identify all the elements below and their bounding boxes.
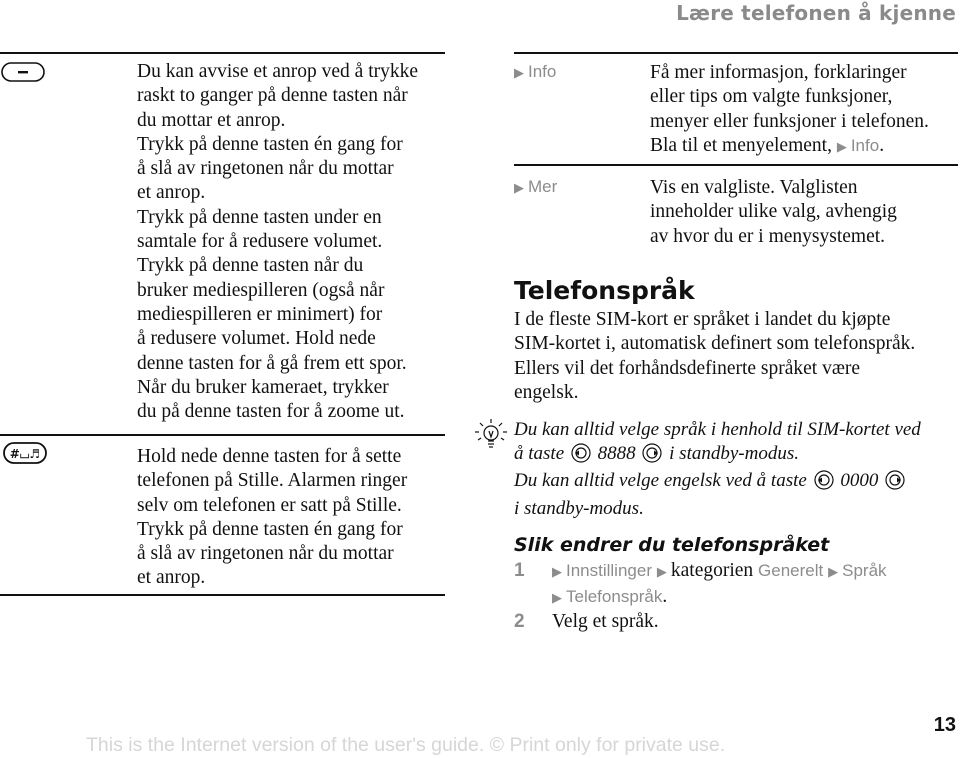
arrow-right-icon: ▶ <box>836 139 847 155</box>
chapter-title: Lære telefonen å kjenne <box>676 1 956 25</box>
step-1: ▶ Innstillinger ▶ kategorien Generelt ▶ Spr… <box>552 560 887 608</box>
arrow-right-icon: ▶ <box>828 565 839 580</box>
navigation-key-right-icon <box>642 442 662 470</box>
arrow-right-icon: ▶ <box>514 181 524 196</box>
menu-generelt: Generelt <box>758 561 824 580</box>
section-paragraph: I de fleste SIM-kort er språket i landet… <box>514 309 916 403</box>
step-2: Velg et språk. <box>552 611 659 632</box>
menu-telefonsprak: Telefonspråk <box>566 587 663 607</box>
lightbulb-icon <box>474 418 508 457</box>
tip-text: Du kan alltid velge språk i henhold til … <box>514 419 921 519</box>
minus-key-icon <box>1 62 45 87</box>
procedure-heading: Slik endrer du telefonspråket <box>514 534 830 556</box>
term-mer: ▶ Mer <box>514 177 558 196</box>
table-rule-bottom <box>0 594 445 596</box>
page-number: 13 <box>933 714 956 736</box>
term-info: ▶ Info <box>514 62 557 81</box>
arrow-right-icon: ▶ <box>552 591 562 607</box>
minus-key-description: Du kan avvise et anrop ved å trykke rask… <box>137 61 419 423</box>
mer-description: Vis en valgliste. Valglisten inneholder … <box>650 177 897 247</box>
navigation-key-left-icon <box>571 442 591 470</box>
step-number: 2 <box>514 611 525 632</box>
right-table-rule-top <box>514 52 958 54</box>
table-rule-middle <box>0 434 445 436</box>
svg-text:#⌴♬: #⌴♬ <box>10 447 40 461</box>
menu-sprak: Språk <box>842 561 887 580</box>
info-description: Få mer informasjon, forklaringer eller t… <box>650 62 929 156</box>
table-rule-top <box>0 52 445 54</box>
hash-silent-key-icon: #⌴♬ <box>3 442 47 469</box>
step-number: 1 <box>514 560 525 581</box>
menu-innstillinger: Innstillinger <box>566 561 652 580</box>
hash-key-description: Hold nede denne tasten for å sette telef… <box>137 446 408 589</box>
navigation-key-right-icon <box>885 470 905 497</box>
arrow-right-icon: ▶ <box>514 66 524 81</box>
footer-notice: This is the Internet version of the user… <box>86 734 726 756</box>
navigation-key-left-icon <box>813 470 834 497</box>
arrow-right-icon: ▶ <box>656 565 667 580</box>
section-heading: Telefonspråk <box>514 276 695 305</box>
arrow-right-icon: ▶ <box>552 565 562 580</box>
right-table-rule-middle <box>514 164 958 166</box>
menu-link-info: Info <box>850 135 880 155</box>
